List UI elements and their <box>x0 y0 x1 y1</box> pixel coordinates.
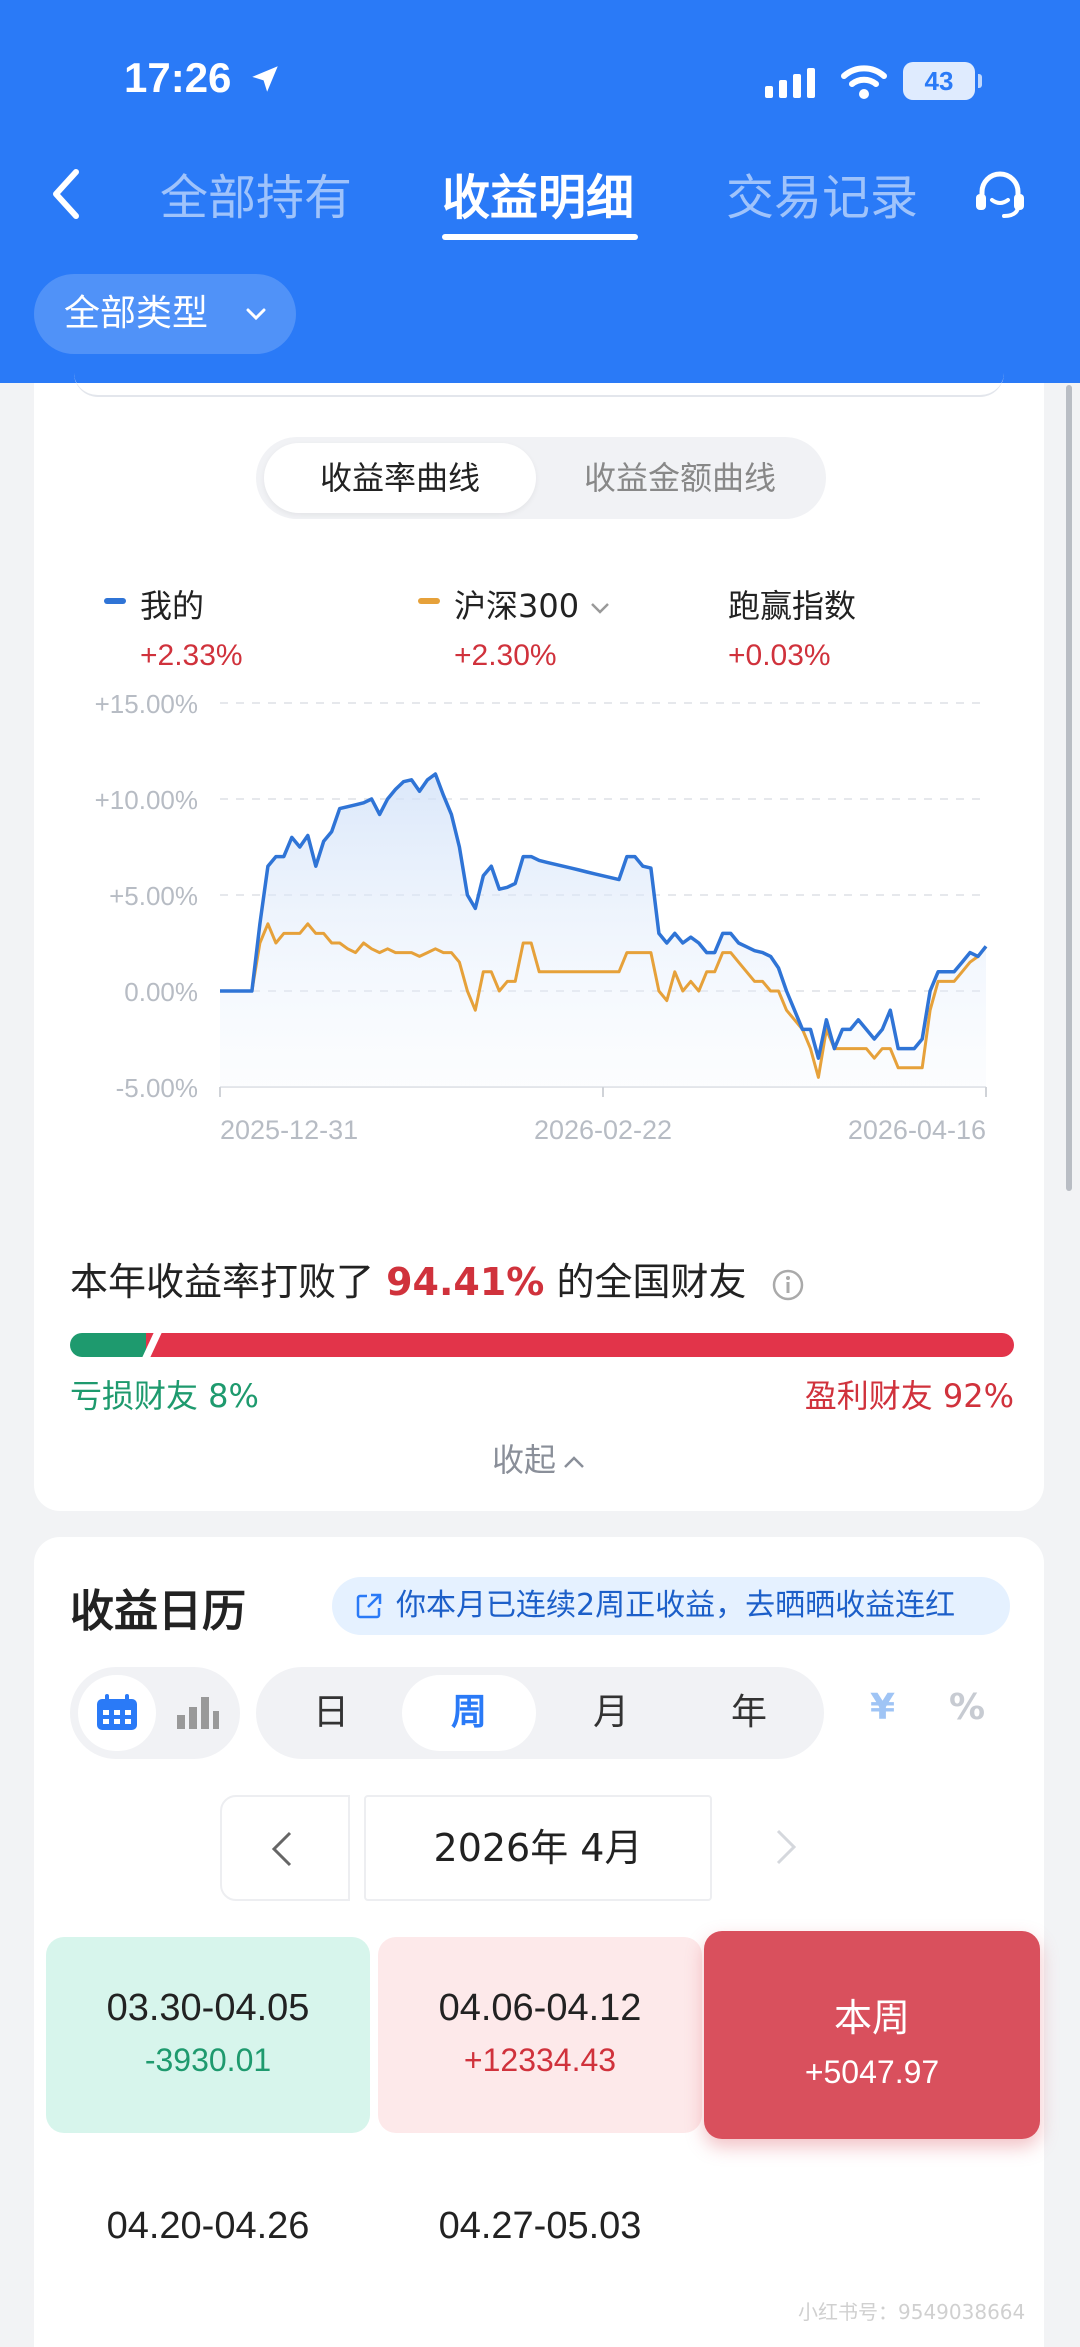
beat-rank-suffix: 的全国财友 <box>556 1260 747 1304</box>
x-tick-label: 2025-12-31 <box>220 1115 358 1145</box>
chevron-down-icon <box>246 308 266 321</box>
top-header: 17:26 43 全部持有 收益明细 交易记录 全部类型 <box>0 0 1080 383</box>
card-edge <box>74 373 1004 397</box>
beat-rank-prefix: 本年收益率打败了 <box>70 1260 375 1304</box>
return-rate-chart[interactable]: +15.00% +10.00% +5.00% 0.00% -5.00% 2025-12-3… <box>34 683 1044 1203</box>
info-icon[interactable] <box>771 1268 805 1302</box>
status-bar: 17:26 43 <box>0 52 1080 112</box>
scrollbar[interactable] <box>1066 385 1072 1191</box>
week-amount: -3930.01 <box>144 2042 272 2078</box>
loss-segment <box>70 1333 154 1357</box>
collapse-button[interactable]: 收起 <box>34 1435 1044 1481</box>
current-month-label[interactable]: 2026年 4月 <box>364 1795 712 1901</box>
loss-friends-label: 亏损财友 8% <box>70 1377 259 1415</box>
y-tick-label: +10.00% <box>95 785 198 815</box>
y-tick-label: -5.00% <box>116 1073 198 1103</box>
period-selector: 日 周 月 年 <box>256 1667 824 1759</box>
curve-type-toggle: 收益率曲线 收益金额曲线 <box>256 437 826 519</box>
week-range: 04.27-05.03 <box>438 2205 642 2247</box>
amount-curve-option[interactable]: 收益金额曲线 <box>542 443 818 513</box>
unit-amount-toggle[interactable]: ¥ <box>870 1687 895 1728</box>
beat-rank-percent: 94.41% <box>386 1260 545 1304</box>
y-tick-label: 0.00% <box>124 977 198 1007</box>
legend-dot-benchmark <box>418 598 440 604</box>
week-range: 04.06-04.12 <box>438 1987 642 2029</box>
gain-friends-label: 盈利财友 92% <box>804 1377 1014 1415</box>
bar-chart-icon <box>177 1697 219 1729</box>
unit-percent-toggle[interactable]: % <box>949 1687 985 1728</box>
status-time: 17:26 <box>124 54 232 101</box>
x-tick-label: 2026-02-22 <box>534 1115 672 1145</box>
wifi-icon <box>841 65 887 99</box>
week-range: 本周 <box>833 1998 910 2040</box>
y-tick-label: +5.00% <box>109 881 198 911</box>
legend-mine-name: 我的 <box>140 587 205 625</box>
tab-all-holdings[interactable]: 全部持有 <box>160 158 352 228</box>
week-range: 03.30-04.05 <box>106 1987 310 2029</box>
customer-service-icon[interactable] <box>970 164 1030 224</box>
legend-mine-value: +2.33% <box>140 639 243 672</box>
collapse-label: 收起 <box>491 1441 556 1479</box>
gain-segment <box>146 1333 1014 1357</box>
chevron-right-icon <box>776 1829 797 1865</box>
calendar-view-toggle <box>70 1667 240 1759</box>
legend-mine: 我的 +2.33% <box>104 581 404 673</box>
active-tab-indicator <box>442 234 638 240</box>
week-amount: +5047.97 <box>804 2054 940 2090</box>
share-link-icon <box>356 1593 382 1619</box>
next-month-button[interactable] <box>724 1795 854 1901</box>
current-week-cell[interactable]: 本周 +5047.97 <box>704 1931 1040 2139</box>
period-month[interactable]: 月 <box>544 1675 678 1751</box>
chevron-down-icon <box>591 603 609 614</box>
calendar-icon <box>97 1694 137 1730</box>
beat-rank-text: 本年收益率打败了 94.41% 的全国财友 <box>70 1251 805 1306</box>
earnings-calendar-card: 收益日历 你本月已连续2周正收益，去晒晒收益连红 日 周 月 年 ¥ % 202… <box>34 1537 1044 2347</box>
legend-beat: 跑赢指数 +0.03% <box>728 581 1028 673</box>
week-cell[interactable]: 04.06-04.12 +12334.43 <box>378 1937 702 2133</box>
battery-indicator: 43 <box>903 62 982 100</box>
earnings-chart-card: 收益率曲线 收益金额曲线 我的 +2.33% 沪深300 +2.30% 跑赢指数… <box>34 383 1044 1511</box>
back-arrow-icon[interactable] <box>44 164 88 224</box>
x-tick-label: 2026-04-16 <box>848 1115 986 1145</box>
legend-benchmark-value: +2.30% <box>454 639 557 672</box>
type-filter-dropdown[interactable]: 全部类型 <box>34 274 296 354</box>
y-tick-label: +15.00% <box>95 689 198 719</box>
legend-benchmark[interactable]: 沪深300 +2.30% <box>418 581 718 673</box>
tab-earnings-detail[interactable]: 收益明细 <box>442 158 634 228</box>
legend-benchmark-name: 沪深300 <box>454 587 580 625</box>
legend-dot-mine <box>104 598 126 604</box>
type-filter-label: 全部类型 <box>64 293 209 334</box>
week-amount: +12334.43 <box>463 2042 617 2078</box>
chevron-left-icon <box>271 1831 292 1867</box>
week-cell[interactable]: 03.30-04.05 -3930.01 <box>46 1937 370 2133</box>
calendar-title: 收益日历 <box>70 1586 246 1637</box>
location-arrow-icon <box>252 66 278 92</box>
legend-beat-name: 跑赢指数 <box>728 587 857 625</box>
period-week[interactable]: 周 <box>402 1675 536 1751</box>
streak-share-banner[interactable]: 你本月已连续2周正收益，去晒晒收益连红 <box>332 1577 1010 1635</box>
streak-text: 你本月已连续2周正收益，去晒晒收益连红 <box>396 1588 956 1623</box>
period-day[interactable]: 日 <box>264 1675 398 1751</box>
rate-curve-option[interactable]: 收益率曲线 <box>264 443 536 513</box>
tab-transaction-records[interactable]: 交易记录 <box>726 158 918 228</box>
week-cell[interactable]: 04.27-05.03 <box>378 2157 702 2297</box>
top-nav: 全部持有 收益明细 交易记录 <box>0 150 1080 250</box>
profit-distribution-bar <box>70 1331 1014 1359</box>
watermark: 小红书号：9549038664 <box>798 2300 1026 2324</box>
previous-month-button[interactable] <box>220 1795 350 1901</box>
week-range: 04.20-04.26 <box>106 2205 310 2247</box>
period-year[interactable]: 年 <box>682 1675 816 1751</box>
cellular-signal-icon <box>765 68 815 98</box>
week-cell[interactable]: 04.20-04.26 <box>46 2157 370 2297</box>
legend-beat-value: +0.03% <box>728 639 831 672</box>
chevron-up-icon <box>564 1456 584 1468</box>
calendar-view-button[interactable] <box>78 1675 156 1751</box>
